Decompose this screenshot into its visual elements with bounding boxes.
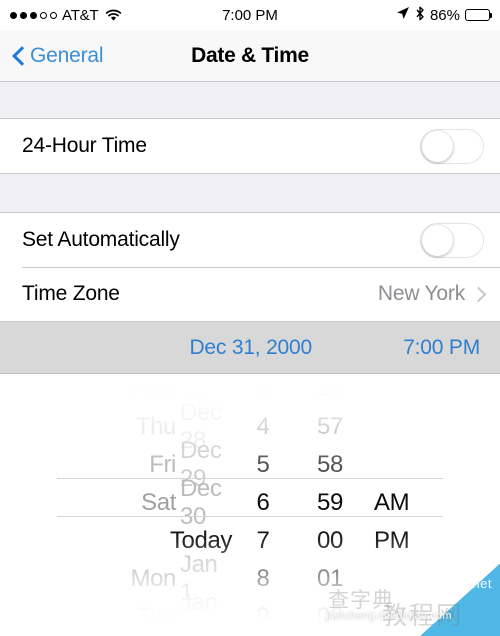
navigation-bar: General Date & Time xyxy=(0,30,500,82)
picker-minute-label: 59 xyxy=(317,489,343,516)
row-24-hour-time[interactable]: 24-Hour Time xyxy=(0,119,500,173)
row-label: Time Zone xyxy=(22,282,120,305)
picker-hour-label: 3 xyxy=(256,375,270,402)
carrier-label: AT&T xyxy=(62,6,99,24)
picker-minute-label: 56 xyxy=(317,375,343,402)
selected-time-label[interactable]: 7:00 PM xyxy=(330,336,480,360)
picker-row-selected[interactable]: Today 7 00 PM xyxy=(0,522,500,560)
switch-knob xyxy=(422,130,453,162)
picker-weekday-label: Thu xyxy=(135,413,177,440)
picker-minute-label: 00 xyxy=(317,527,343,554)
picker-weekday-label: Fri xyxy=(149,451,176,478)
battery-icon xyxy=(465,9,492,21)
switch-knob xyxy=(422,224,453,256)
picker-hour-label: 8 xyxy=(256,565,270,592)
back-button[interactable]: General xyxy=(0,43,104,68)
row-accessory xyxy=(420,222,484,258)
picker-row[interactable]: Thu Dec 28 4 57 xyxy=(0,399,500,454)
wifi-icon xyxy=(105,9,122,22)
bluetooth-icon xyxy=(415,6,425,25)
row-label: Set Automatically xyxy=(22,228,180,251)
picker-weekday-label: Sat xyxy=(141,489,176,516)
picker-rows[interactable]: Wed Dec 27 3 56 Thu Dec 28 4 57 Fri Dec 29 5 58 Sat D… xyxy=(0,374,500,624)
picker-selection-line-bottom xyxy=(57,516,443,517)
picker-hour-label: 9 xyxy=(256,603,270,624)
set-automatically-switch[interactable] xyxy=(420,222,484,258)
chevron-left-icon xyxy=(12,46,24,66)
row-label: 24-Hour Time xyxy=(22,134,147,157)
settings-section-24hour: 24-Hour Time xyxy=(0,118,500,174)
datetime-summary-bar[interactable]: Dec 31, 2000 7:00 PM xyxy=(0,322,500,374)
row-time-zone[interactable]: Time Zone New York xyxy=(0,267,500,321)
picker-minute-label: 02 xyxy=(317,603,343,624)
row-accessory: New York xyxy=(378,282,484,306)
picker-date-label: Jan 2 xyxy=(180,589,218,624)
selected-date-label[interactable]: Dec 31, 2000 xyxy=(0,336,312,360)
picker-row[interactable]: Wed Dec 27 3 56 xyxy=(0,374,500,416)
picker-weekday-label: Wed xyxy=(128,375,176,402)
picker-weekday-label: Mon xyxy=(130,565,177,592)
location-arrow-icon xyxy=(396,6,410,24)
signal-strength-icon xyxy=(10,11,57,19)
row-accessory xyxy=(420,128,484,164)
time-zone-value: New York xyxy=(377,282,465,305)
section-gap-middle xyxy=(0,174,500,212)
datetime-picker[interactable]: Wed Dec 27 3 56 Thu Dec 28 4 57 Fri Dec 29 5 58 Sat D… xyxy=(0,374,500,624)
battery-percent-label: 86% xyxy=(429,6,460,24)
picker-hour-label: 5 xyxy=(256,451,270,478)
settings-section-datetime: Set Automatically Time Zone New York xyxy=(0,212,500,322)
back-button-label: General xyxy=(30,43,104,67)
picker-row[interactable]: Mon Jan 1 8 01 xyxy=(0,551,500,606)
row-set-automatically[interactable]: Set Automatically xyxy=(0,213,500,267)
picker-minute-label: 01 xyxy=(317,565,343,592)
status-bar: AT&T 7:00 PM 86% xyxy=(0,0,500,30)
status-bar-left: AT&T xyxy=(10,7,122,24)
status-bar-right: 86% xyxy=(396,6,492,25)
picker-ampm-label: PM xyxy=(374,527,410,554)
picker-hour-label: 4 xyxy=(256,413,270,440)
picker-selection-line-top xyxy=(57,478,443,479)
picker-hour-label: 6 xyxy=(256,489,270,516)
chevron-right-icon xyxy=(473,285,484,303)
picker-hour-label: 7 xyxy=(256,527,270,554)
picker-row[interactable]: TueJan 2 9 02 xyxy=(0,589,500,624)
picker-weekday-label: Tue xyxy=(136,603,177,624)
section-gap-top xyxy=(0,82,500,118)
picker-minute-label: 57 xyxy=(317,413,343,440)
picker-minute-label: 58 xyxy=(317,451,343,478)
24-hour-time-switch[interactable] xyxy=(420,128,484,164)
picker-ampm-label: AM xyxy=(374,489,410,516)
